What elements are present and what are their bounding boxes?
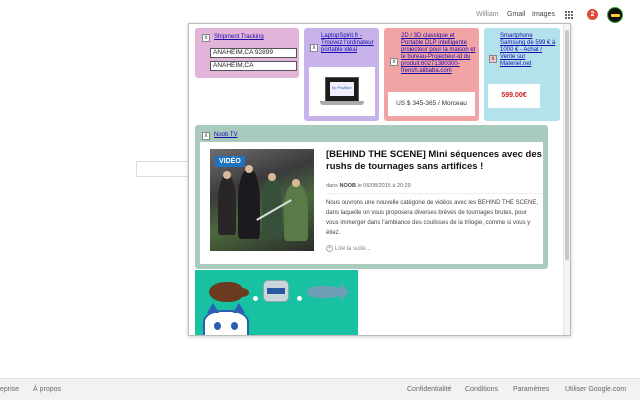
avatar[interactable] bbox=[607, 7, 623, 23]
footer-link-privacy[interactable]: Confidentialité bbox=[407, 386, 451, 393]
figure-head bbox=[223, 171, 231, 179]
footer-link-entreprise[interactable]: eprise bbox=[0, 386, 19, 393]
article-title[interactable]: [BEHIND THE SCENE] Mini séquences avec d… bbox=[326, 149, 542, 173]
dot-separator bbox=[297, 296, 302, 301]
footer-link-terms[interactable]: Conditions bbox=[465, 386, 498, 393]
figure-silhouette bbox=[238, 169, 260, 239]
read-more-label: Lire la suite... bbox=[335, 246, 371, 253]
smartphone-price: 599.00€ bbox=[488, 84, 540, 108]
pet-food-banner-ad[interactable] bbox=[195, 270, 358, 335]
read-more-link[interactable]: + Lire la suite... bbox=[326, 245, 371, 252]
footer-link-google-com[interactable]: Utiliser Google.com bbox=[565, 386, 626, 393]
cat-eye bbox=[214, 322, 221, 330]
article-card[interactable]: VIDÉO [BEHIND THE SCENE] Mini séquences … bbox=[200, 142, 543, 264]
laptop-ad-link[interactable]: LaptopSpirit.fr - Trouvez l'ordinateur p… bbox=[321, 33, 375, 54]
shipment-field-2[interactable]: ANAHEIM,CA bbox=[210, 61, 297, 71]
close-ad-button[interactable]: x bbox=[202, 34, 210, 42]
apps-grid-icon[interactable] bbox=[565, 11, 574, 20]
projector-ad: x 2D / 3D classique et Portable DLP inte… bbox=[384, 28, 479, 121]
figure-silhouette bbox=[284, 183, 308, 241]
tuna-can-icon bbox=[263, 280, 289, 302]
meat-icon bbox=[209, 282, 249, 302]
fish-icon bbox=[307, 283, 349, 301]
ad-overlay-panel: x Shipment Tracking ANAHEIM,CA 92899 ANA… bbox=[188, 23, 571, 336]
scrollbar-thumb[interactable] bbox=[565, 30, 569, 260]
smartphone-ad: x Smartphone Samsung de 599 € à 1000 € -… bbox=[484, 28, 560, 121]
plus-circle-icon: + bbox=[326, 245, 333, 252]
video-badge: VIDÉO bbox=[215, 156, 245, 167]
close-ad-button[interactable]: x bbox=[489, 55, 497, 63]
projector-price: US $ 345-365 / Morceau bbox=[388, 92, 475, 116]
close-ad-button[interactable]: x bbox=[310, 44, 318, 52]
scrollbar[interactable] bbox=[563, 24, 570, 335]
cat-eye bbox=[231, 322, 238, 330]
footer-link-about[interactable]: À propos bbox=[33, 386, 61, 393]
notifications-badge[interactable]: 2 bbox=[587, 9, 598, 20]
cat-mascot-icon bbox=[203, 303, 249, 335]
figure-head bbox=[292, 179, 300, 187]
figure-head bbox=[245, 165, 253, 173]
shipment-tracking-link[interactable]: Shipment Tracking bbox=[214, 34, 264, 41]
noob-tv-ad: x Noob TV VIDÉO [BEHIND THE SCENE] Mini … bbox=[195, 125, 548, 269]
laptop-base bbox=[320, 101, 364, 105]
shipment-field-1[interactable]: ANAHEIM,CA 92899 bbox=[210, 48, 297, 58]
article-thumbnail[interactable]: VIDÉO bbox=[210, 149, 314, 251]
meta-prefix: dans bbox=[326, 183, 338, 189]
dot-separator bbox=[253, 296, 258, 301]
gmail-link[interactable]: Gmail bbox=[507, 11, 525, 18]
laptop-ad: x LaptopSpirit.fr - Trouvez l'ordinateur… bbox=[304, 28, 379, 121]
figure-silhouette bbox=[218, 175, 236, 235]
close-ad-button[interactable]: x bbox=[390, 58, 398, 66]
laptop-image[interactable]: hp Pavilion bbox=[309, 67, 375, 116]
footer-link-settings[interactable]: Paramètres bbox=[513, 386, 549, 393]
meta-author: NOOB bbox=[339, 183, 356, 189]
article-body: Nous ouvrons une nouvelle catégorie de v… bbox=[326, 200, 538, 236]
close-ad-button[interactable]: x bbox=[202, 132, 210, 140]
figure-head bbox=[268, 173, 276, 181]
noob-tv-link[interactable]: Noob TV bbox=[214, 132, 238, 139]
footer: eprise À propos Confidentialité Conditio… bbox=[0, 378, 640, 400]
account-name[interactable]: William bbox=[476, 11, 499, 18]
search-input[interactable] bbox=[136, 161, 196, 177]
smartphone-ad-link[interactable]: Smartphone Samsung de 599 € à 1000 € - A… bbox=[500, 33, 558, 68]
article-meta: dans NOOB le 06/08/2015 à 20:29 bbox=[326, 183, 411, 189]
laptop-brand-logo: hp Pavilion bbox=[332, 85, 352, 90]
images-link[interactable]: Images bbox=[532, 11, 555, 18]
projector-ad-link[interactable]: 2D / 3D classique et Portable DLP intell… bbox=[401, 33, 477, 75]
shipment-tracking-ad: x Shipment Tracking ANAHEIM,CA 92899 ANA… bbox=[195, 28, 299, 78]
meta-date: le 06/08/2015 à 20:29 bbox=[357, 183, 411, 189]
divider bbox=[326, 193, 542, 194]
